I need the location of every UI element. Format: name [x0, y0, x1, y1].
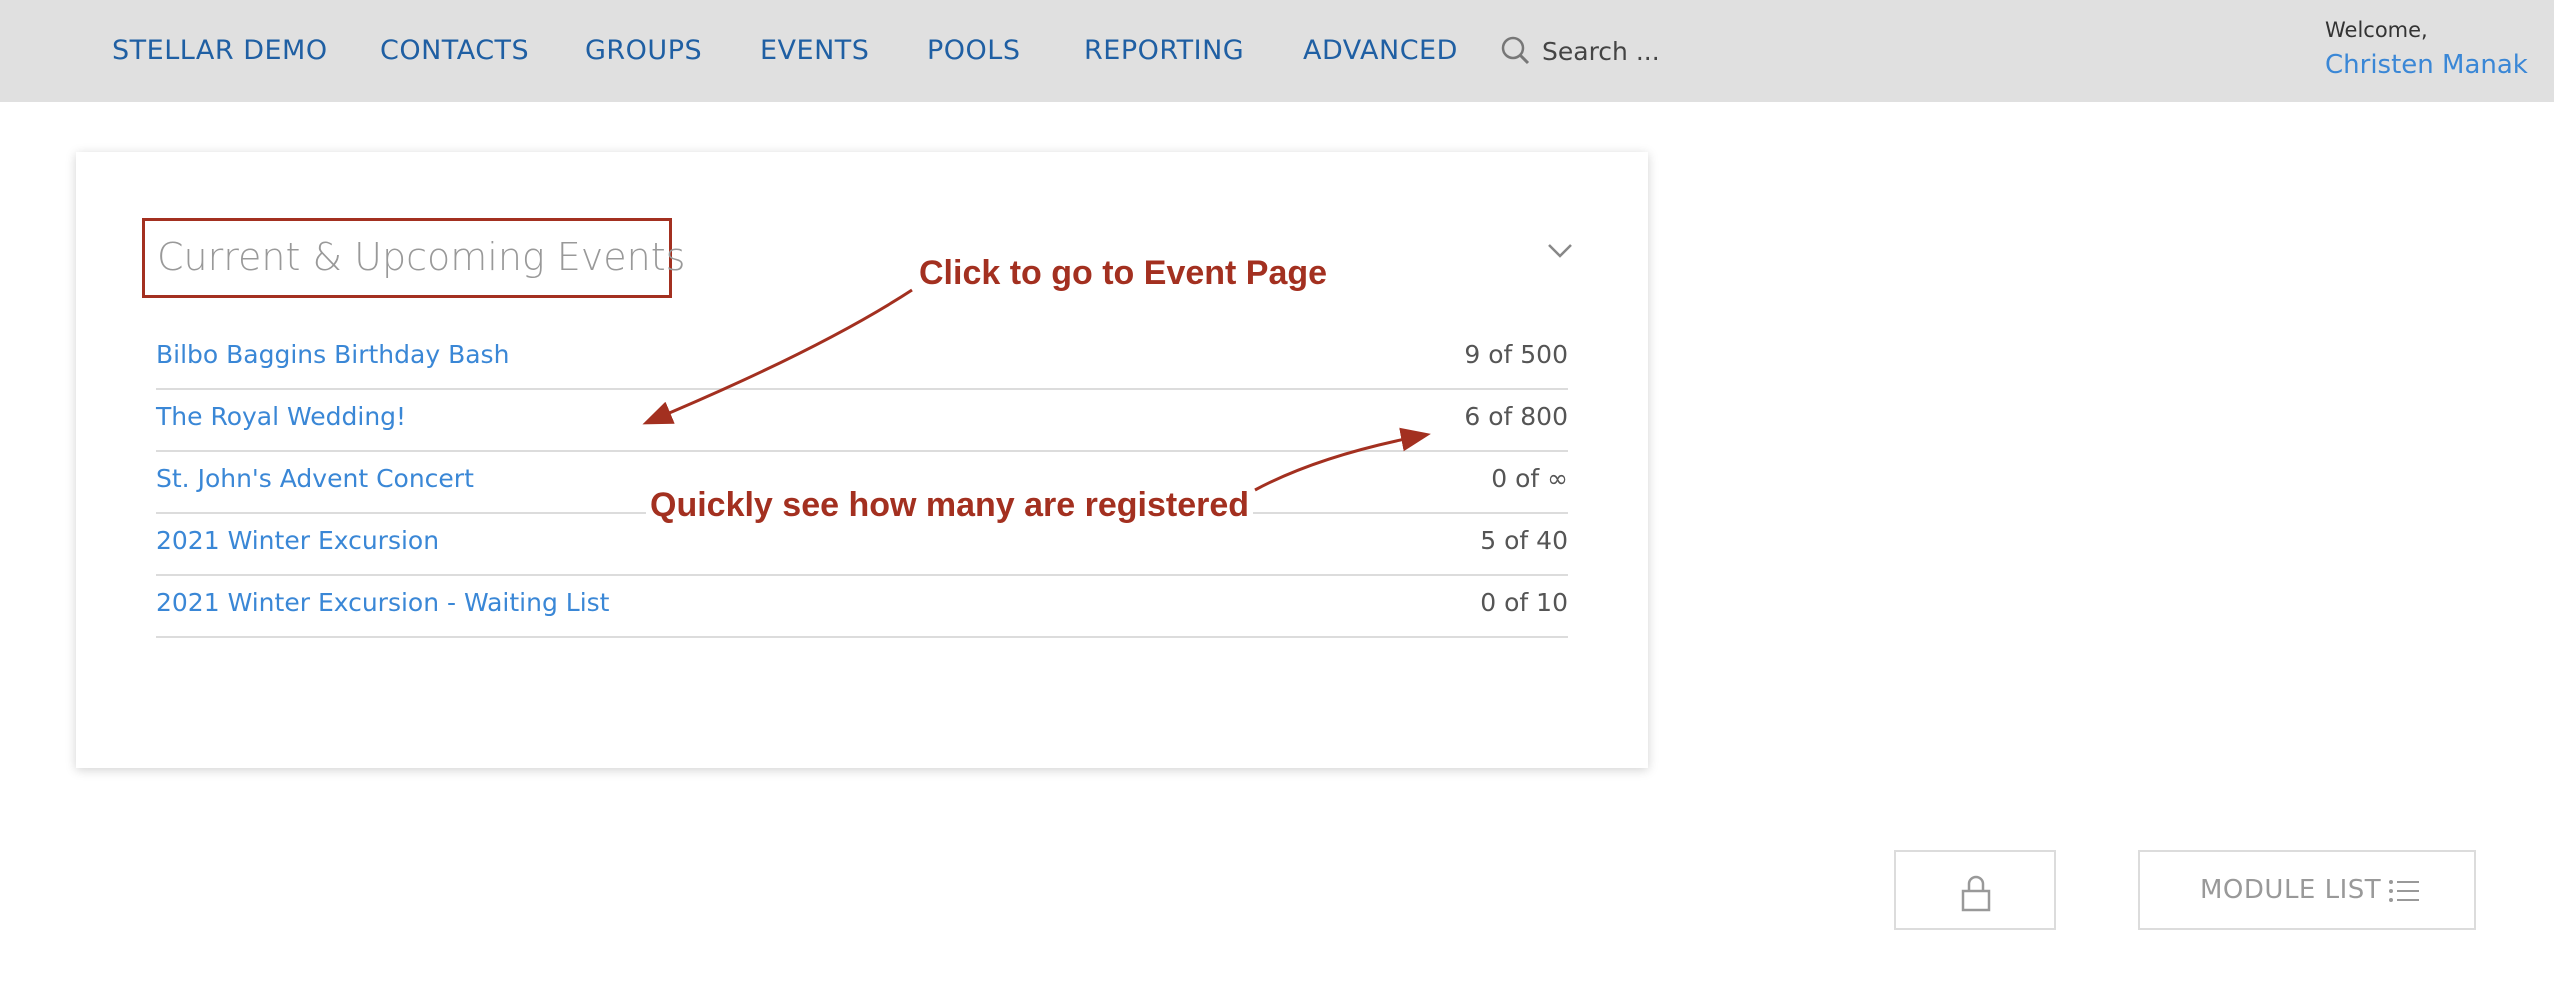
annotation-click-note: Click to go to Event Page — [915, 254, 1332, 293]
list-icon — [2389, 880, 2419, 902]
event-link[interactable]: The Royal Wedding! — [156, 402, 406, 431]
nav-item-pools[interactable]: POOLS — [927, 35, 1020, 66]
nav-item-events[interactable]: EVENTS — [760, 35, 869, 66]
event-row: 2021 Winter Excursion - Waiting List 0 o… — [156, 574, 1568, 638]
top-navigation-bar: STELLAR DEMO CONTACTS GROUPS EVENTS POOL… — [0, 0, 2554, 102]
module-title: Current & Upcoming Events — [157, 235, 686, 279]
module-list-button[interactable]: MODULE LIST — [2138, 850, 2476, 930]
nav-item-stellar-demo[interactable]: STELLAR DEMO — [112, 35, 328, 66]
event-link[interactable]: 2021 Winter Excursion — [156, 526, 439, 555]
lock-icon — [1961, 875, 1991, 912]
registration-count: 0 of 10 — [1480, 588, 1568, 617]
event-row: Bilbo Baggins Birthday Bash 9 of 500 — [156, 326, 1568, 390]
search-input[interactable] — [1542, 33, 1762, 69]
user-name-link[interactable]: Christen Manak — [2325, 50, 2528, 80]
event-row: The Royal Wedding! 6 of 800 — [156, 388, 1568, 452]
registration-count: 6 of 800 — [1464, 402, 1568, 431]
nav-item-groups[interactable]: GROUPS — [585, 35, 702, 66]
annotation-count-note: Quickly see how many are registered — [646, 486, 1254, 525]
event-link[interactable]: Bilbo Baggins Birthday Bash — [156, 340, 509, 369]
lock-button[interactable] — [1894, 850, 2056, 930]
chevron-down-icon[interactable] — [1546, 240, 1574, 260]
event-link[interactable]: 2021 Winter Excursion - Waiting List — [156, 588, 609, 617]
registration-count: 0 of ∞ — [1491, 464, 1568, 493]
module-list-label: MODULE LIST — [2200, 875, 2382, 905]
nav-item-reporting[interactable]: REPORTING — [1084, 35, 1244, 66]
event-link[interactable]: St. John's Advent Concert — [156, 464, 474, 493]
nav-item-contacts[interactable]: CONTACTS — [380, 35, 529, 66]
nav-item-advanced[interactable]: ADVANCED — [1303, 35, 1458, 66]
welcome-text: Welcome, — [2325, 18, 2428, 42]
title-highlight-box: Current & Upcoming Events — [142, 218, 685, 298]
registration-count: 9 of 500 — [1464, 340, 1568, 369]
events-module-card: Current & Upcoming Events Bilbo Baggins … — [76, 152, 1648, 768]
search-icon[interactable] — [1500, 35, 1530, 65]
registration-count: 5 of 40 — [1480, 526, 1568, 555]
